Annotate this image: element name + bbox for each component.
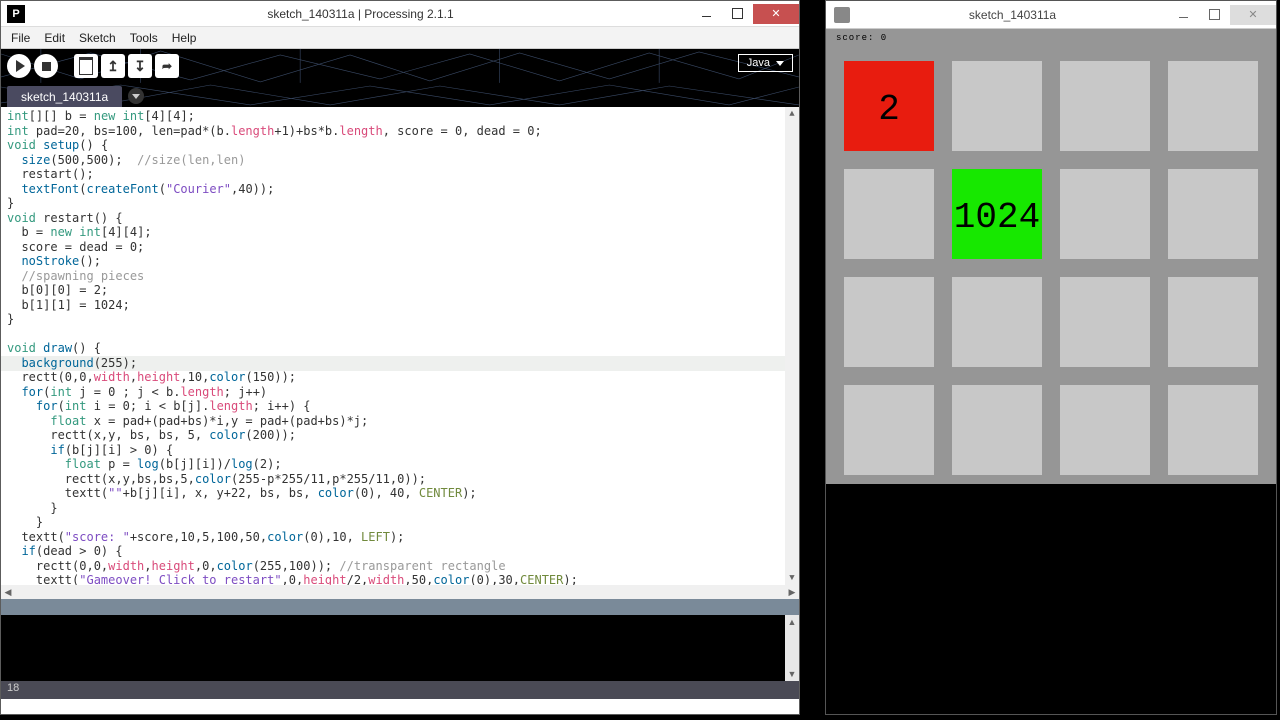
sketch-tabs: sketch_140311a (1, 83, 799, 107)
scroll-left-icon[interactable] (1, 585, 15, 599)
code-editor[interactable]: int[][] b = new int[4][4]; int pad=20, b… (1, 107, 799, 585)
score-label: score: 0 (836, 33, 887, 43)
grid-cell (844, 277, 934, 367)
tab-sketch[interactable]: sketch_140311a (7, 86, 122, 107)
sketch-titlebar[interactable]: sketch_140311a (826, 1, 1276, 29)
menu-edit[interactable]: Edit (38, 29, 71, 47)
toolbar: Java (1, 49, 799, 83)
grid-cell (1060, 277, 1150, 367)
ide-titlebar[interactable]: P sketch_140311a | Processing 2.1.1 (1, 1, 799, 27)
tab-dropdown[interactable] (128, 88, 144, 104)
processing-ide-window: P sketch_140311a | Processing 2.1.1 File… (0, 0, 800, 715)
new-button[interactable] (74, 54, 98, 78)
tile-label: 2 (844, 89, 934, 130)
maximize-button[interactable] (1199, 5, 1229, 25)
editor-hscrollbar[interactable] (1, 585, 799, 599)
menu-tools[interactable]: Tools (124, 29, 164, 47)
grid-cell (1168, 61, 1258, 151)
grid-cell (1168, 169, 1258, 259)
scroll-up-icon[interactable] (785, 615, 799, 629)
ide-title: sketch_140311a | Processing 2.1.1 (31, 7, 690, 21)
close-button[interactable] (1230, 5, 1276, 25)
menu-help[interactable]: Help (166, 29, 203, 47)
sketch-canvas[interactable]: score: 0 2 1024 (826, 29, 1276, 484)
processing-app-icon: P (7, 5, 25, 23)
tile-1024: 1024 (952, 169, 1042, 259)
menu-sketch[interactable]: Sketch (73, 29, 122, 47)
sketch-title: sketch_140311a (858, 8, 1167, 22)
tile-label: 1024 (952, 197, 1042, 238)
grid-cell (1168, 385, 1258, 475)
mode-selector[interactable]: Java (738, 54, 793, 72)
grid-cell (952, 61, 1042, 151)
status-bar: 18 (1, 681, 799, 699)
grid-cell (844, 385, 934, 475)
grid-cell (1060, 61, 1150, 151)
grid-cell (844, 169, 934, 259)
scroll-right-icon[interactable] (785, 585, 799, 599)
sketch-app-icon (834, 7, 850, 23)
grid-cell (1060, 385, 1150, 475)
menu-file[interactable]: File (5, 29, 36, 47)
grid-cell (1060, 169, 1150, 259)
minimize-button[interactable] (1168, 5, 1198, 25)
scroll-down-icon[interactable] (785, 667, 799, 681)
tile-2: 2 (844, 61, 934, 151)
minimize-button[interactable] (691, 4, 721, 24)
message-area (1, 599, 799, 615)
sketch-output-window: sketch_140311a score: 0 2 1024 (825, 0, 1277, 715)
grid-cell (1168, 277, 1258, 367)
save-button[interactable] (128, 54, 152, 78)
run-button[interactable] (7, 54, 31, 78)
grid-cell (952, 385, 1042, 475)
menubar: File Edit Sketch Tools Help (1, 27, 799, 49)
grid-cell (952, 277, 1042, 367)
export-button[interactable] (155, 54, 179, 78)
maximize-button[interactable] (722, 4, 752, 24)
open-button[interactable] (101, 54, 125, 78)
console-vscrollbar[interactable] (785, 615, 799, 681)
stop-button[interactable] (34, 54, 58, 78)
close-button[interactable] (753, 4, 799, 24)
console[interactable] (1, 615, 799, 681)
